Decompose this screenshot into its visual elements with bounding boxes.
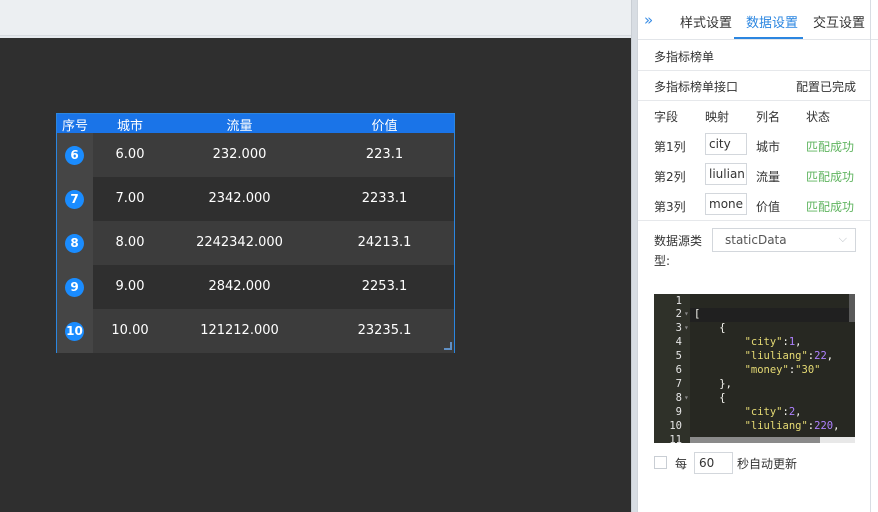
city-cell: 8.00 — [115, 235, 145, 250]
code-line: }, — [694, 378, 732, 390]
active-tab-indicator — [734, 37, 803, 39]
value-cell: 23235.1 — [357, 323, 412, 338]
auto-update-prefix: 每 — [675, 457, 688, 471]
field-header-column: 列名 — [756, 110, 781, 124]
value-cell: 2253.1 — [361, 279, 408, 294]
code-line: "liuliang":22, — [744, 350, 834, 362]
table-row: 6 6.00 232.000 223.1 — [57, 133, 454, 177]
rank-badge: 6 — [65, 146, 84, 165]
rank-badge: 9 — [65, 278, 84, 297]
field-label: 第1列 — [654, 140, 686, 154]
datasource-label: 数据源类型: — [654, 234, 703, 268]
code-line: "city":1, — [744, 336, 802, 348]
city-cell: 6.00 — [115, 147, 145, 162]
fold-arrow-icon[interactable]: ▾ — [684, 309, 689, 318]
table-row: 8 8.00 2242342.000 24213.1 — [57, 221, 454, 265]
table-row: 10 10.00 121212.000 23235.1 — [57, 309, 454, 353]
line-number: 3 — [675, 322, 682, 334]
tab-interaction-settings[interactable]: 交互设置 — [813, 12, 865, 31]
resize-handle-icon[interactable] — [444, 342, 452, 350]
code-line: "liuliang":220, — [744, 420, 840, 432]
city-cell: 9.00 — [115, 279, 145, 294]
tab-bar: » 样式设置 数据设置 交互设置 — [638, 0, 878, 40]
field-header-field: 字段 — [654, 110, 679, 124]
match-status: 匹配成功 — [806, 170, 855, 184]
api-label: 多指标榜单接口 — [654, 80, 739, 94]
editor-vertical-scrollbar[interactable] — [849, 294, 855, 322]
panel-right-border — [870, 0, 871, 512]
divider — [638, 70, 870, 71]
tab-style-settings[interactable]: 样式设置 — [680, 12, 732, 31]
table-row: 7 7.00 2342.000 2233.1 — [57, 177, 454, 221]
field-header-status: 状态 — [806, 110, 831, 124]
flow-cell: 121212.000 — [200, 323, 279, 338]
ranking-table-widget[interactable]: 序号 城市 流量 价值 6 6.00 232.000 223.1 7 7.00 … — [56, 113, 455, 353]
line-number: 6 — [675, 364, 682, 376]
line-number: 9 — [675, 406, 682, 418]
auto-update-checkbox[interactable] — [654, 456, 667, 469]
line-number: 1 — [675, 295, 682, 307]
header-rank: 序号 — [61, 119, 88, 134]
city-cell: 7.00 — [115, 191, 145, 206]
flow-cell: 2342.000 — [208, 191, 271, 206]
code-line: [ — [694, 308, 701, 320]
code-line: "money":"30" — [744, 364, 821, 376]
line-number: 5 — [675, 350, 682, 362]
flow-cell: 2242342.000 — [196, 235, 283, 250]
line-number: 8 — [675, 392, 682, 404]
json-code-editor[interactable]: 1 2 3 4 5 6 7 8 9 10 11 ▾ ▾ ▾ [ { "city"… — [654, 294, 855, 443]
header-flow: 流量 — [226, 119, 253, 134]
match-status: 匹配成功 — [806, 200, 855, 214]
config-panel: » 样式设置 数据设置 交互设置 多指标榜单 多指标榜单接口 配置已完成 字段 … — [637, 0, 878, 512]
rank-badge: 10 — [65, 322, 84, 341]
rank-badge: 7 — [65, 190, 84, 209]
code-line: { — [694, 392, 726, 404]
datasource-select[interactable]: staticData ⌵ — [712, 228, 856, 252]
code-line: { — [694, 322, 726, 334]
rank-badge: 8 — [65, 234, 84, 253]
header-value: 价值 — [371, 119, 398, 134]
table-row: 9 9.00 2842.000 2253.1 — [57, 265, 454, 309]
line-number: 10 — [669, 420, 682, 432]
active-line-highlight — [690, 308, 849, 322]
fold-arrow-icon[interactable]: ▾ — [684, 323, 689, 332]
api-status: 配置已完成 — [796, 80, 857, 94]
auto-update-seconds-input[interactable]: 60 — [694, 452, 733, 474]
table-header: 序号 城市 流量 价值 — [57, 114, 454, 134]
line-number: 4 — [675, 336, 682, 348]
tab-data-settings[interactable]: 数据设置 — [746, 12, 798, 31]
value-cell: 24213.1 — [357, 235, 412, 250]
section-title: 多指标榜单 — [654, 50, 715, 64]
field-header-mapping: 映射 — [705, 110, 730, 124]
mapping-input[interactable]: liulian — [705, 163, 747, 185]
flow-cell: 2842.000 — [208, 279, 271, 294]
chevron-down-icon: ⌵ — [838, 232, 847, 245]
auto-update-suffix: 秒自动更新 — [737, 457, 798, 471]
editor-horizontal-scrollbar[interactable] — [690, 437, 855, 443]
mapping-input[interactable]: city — [705, 133, 747, 155]
line-number: 7 — [675, 378, 682, 390]
canvas-top-bar — [0, 0, 634, 36]
code-line: "city":2, — [744, 406, 802, 418]
datasource-value: staticData — [725, 233, 787, 247]
divider — [638, 220, 870, 221]
field-label: 第2列 — [654, 170, 686, 184]
line-number: 11 — [669, 434, 682, 443]
city-cell: 10.00 — [111, 323, 149, 338]
match-status: 匹配成功 — [806, 140, 855, 154]
flow-cell: 232.000 — [212, 147, 267, 162]
collapse-panel-icon[interactable]: » — [644, 11, 653, 29]
divider — [638, 100, 870, 101]
column-name: 城市 — [756, 140, 781, 154]
header-city: 城市 — [116, 119, 143, 134]
column-name: 流量 — [756, 170, 781, 184]
value-cell: 2233.1 — [361, 191, 408, 206]
column-name: 价值 — [756, 200, 781, 214]
line-number: 2 — [675, 308, 682, 320]
mapping-input[interactable]: mone — [705, 193, 747, 215]
value-cell: 223.1 — [365, 147, 404, 162]
fold-arrow-icon[interactable]: ▾ — [684, 393, 689, 402]
field-label: 第3列 — [654, 200, 686, 214]
